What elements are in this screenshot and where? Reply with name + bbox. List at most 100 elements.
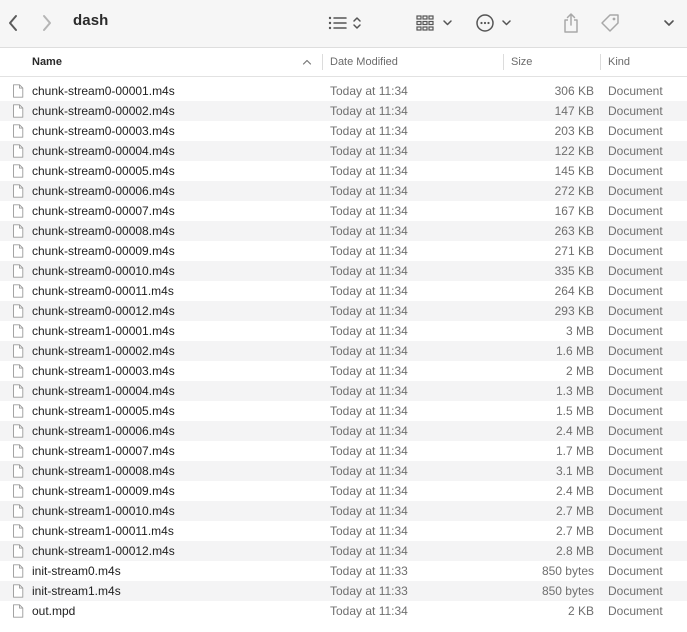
file-kind: Document [608, 264, 663, 278]
table-row[interactable]: chunk-stream0-00006.m4s Today at 11:34 272… [0, 181, 687, 201]
column-header-kind[interactable]: Kind [608, 48, 630, 76]
table-row[interactable]: chunk-stream1-00007.m4s Today at 11:34 1.7… [0, 441, 687, 461]
toolbar: dash [0, 0, 687, 48]
file-name: chunk-stream0-00011.m4s [32, 284, 174, 298]
file-date-modified: Today at 11:34 [330, 344, 408, 358]
file-name: chunk-stream0-00008.m4s [32, 224, 175, 238]
file-kind: Document [608, 424, 663, 438]
file-date-modified: Today at 11:34 [330, 524, 408, 538]
table-row[interactable]: chunk-stream1-00009.m4s Today at 11:34 2.4… [0, 481, 687, 501]
list-view-button[interactable] [326, 0, 366, 46]
table-row[interactable]: chunk-stream0-00001.m4s Today at 11:34 306… [0, 81, 687, 101]
file-date-modified: Today at 11:34 [330, 124, 408, 138]
table-row[interactable]: chunk-stream0-00009.m4s Today at 11:34 271… [0, 241, 687, 261]
file-name: chunk-stream1-00002.m4s [32, 344, 175, 358]
file-date-modified: Today at 11:34 [330, 204, 408, 218]
file-name: chunk-stream0-00001.m4s [32, 84, 175, 98]
table-row[interactable]: chunk-stream0-00005.m4s Today at 11:34 145… [0, 161, 687, 181]
table-row[interactable]: out.mpd Today at 11:34 2 KB Document [0, 601, 687, 621]
file-kind: Document [608, 504, 663, 518]
table-row[interactable]: chunk-stream1-00001.m4s Today at 11:34 3 M… [0, 321, 687, 341]
file-date-modified: Today at 11:34 [330, 184, 408, 198]
file-name: chunk-stream0-00002.m4s [32, 104, 175, 118]
document-icon [12, 604, 24, 624]
file-name: chunk-stream0-00009.m4s [32, 244, 175, 258]
file-kind: Document [608, 84, 663, 98]
column-divider[interactable] [503, 54, 504, 70]
file-size: 264 KB [554, 284, 594, 298]
file-date-modified: Today at 11:34 [330, 84, 408, 98]
file-date-modified: Today at 11:34 [330, 224, 408, 238]
chevron-down-icon [664, 20, 674, 26]
file-size: 1.3 MB [555, 384, 594, 398]
file-size: 147 KB [554, 104, 594, 118]
chevron-right-icon [43, 15, 51, 31]
back-button[interactable] [2, 0, 24, 46]
share-button[interactable] [560, 0, 582, 46]
tag-button[interactable] [597, 0, 623, 46]
file-size: 167 KB [554, 204, 594, 218]
table-row[interactable]: chunk-stream1-00005.m4s Today at 11:34 1.5… [0, 401, 687, 421]
toolbar-overflow-button[interactable] [660, 0, 678, 46]
column-header-size[interactable]: Size [511, 48, 532, 76]
file-date-modified: Today at 11:33 [330, 584, 408, 598]
table-row[interactable]: chunk-stream1-00006.m4s Today at 11:34 2.4… [0, 421, 687, 441]
file-kind: Document [608, 204, 663, 218]
table-row[interactable]: init-stream0.m4s Today at 11:33 850 bytes D… [0, 561, 687, 581]
table-row[interactable]: chunk-stream0-00012.m4s Today at 11:34 293… [0, 301, 687, 321]
table-row[interactable]: init-stream1.m4s Today at 11:33 850 bytes D… [0, 581, 687, 601]
sort-ascending-icon[interactable] [302, 48, 312, 76]
file-size: 2.7 MB [555, 504, 594, 518]
column-header-date-modified[interactable]: Date Modified [330, 48, 398, 76]
file-size: 1.5 MB [555, 404, 594, 418]
table-row[interactable]: chunk-stream1-00010.m4s Today at 11:34 2.7… [0, 501, 687, 521]
file-size: 271 KB [554, 244, 594, 258]
forward-button[interactable] [36, 0, 58, 46]
file-date-modified: Today at 11:34 [330, 404, 408, 418]
file-name: chunk-stream0-00006.m4s [32, 184, 175, 198]
table-row[interactable]: chunk-stream0-00003.m4s Today at 11:34 203… [0, 121, 687, 141]
table-row[interactable]: chunk-stream0-00002.m4s Today at 11:34 147… [0, 101, 687, 121]
table-row[interactable]: chunk-stream0-00011.m4s Today at 11:34 264… [0, 281, 687, 301]
file-name: init-stream1.m4s [32, 584, 121, 598]
table-row[interactable]: chunk-stream1-00003.m4s Today at 11:34 2 M… [0, 361, 687, 381]
file-kind: Document [608, 224, 663, 238]
file-kind: Document [608, 344, 663, 358]
file-kind: Document [608, 304, 663, 318]
file-size: 272 KB [554, 184, 594, 198]
table-row[interactable]: chunk-stream0-00004.m4s Today at 11:34 122… [0, 141, 687, 161]
file-size: 145 KB [554, 164, 594, 178]
table-row[interactable]: chunk-stream1-00012.m4s Today at 11:34 2.8… [0, 541, 687, 561]
file-kind: Document [608, 144, 663, 158]
file-size: 293 KB [554, 304, 594, 318]
file-kind: Document [608, 324, 663, 338]
file-size: 335 KB [554, 264, 594, 278]
file-kind: Document [608, 104, 663, 118]
file-date-modified: Today at 11:34 [330, 164, 408, 178]
column-divider[interactable] [600, 54, 601, 70]
column-divider[interactable] [322, 54, 323, 70]
file-date-modified: Today at 11:34 [330, 424, 408, 438]
group-view-button[interactable] [415, 0, 457, 46]
column-header-name[interactable]: Name [32, 48, 62, 76]
table-row[interactable]: chunk-stream0-00007.m4s Today at 11:34 167… [0, 201, 687, 221]
table-row[interactable]: chunk-stream1-00011.m4s Today at 11:34 2.7… [0, 521, 687, 541]
file-kind: Document [608, 604, 663, 618]
file-date-modified: Today at 11:34 [330, 604, 408, 618]
ellipsis-circle-icon [476, 14, 511, 32]
grid-view-icon [416, 15, 452, 31]
table-row[interactable]: chunk-stream1-00004.m4s Today at 11:34 1.3… [0, 381, 687, 401]
table-row[interactable]: chunk-stream1-00002.m4s Today at 11:34 1.6… [0, 341, 687, 361]
file-date-modified: Today at 11:34 [330, 304, 408, 318]
file-kind: Document [608, 184, 663, 198]
file-name: chunk-stream1-00009.m4s [32, 484, 175, 498]
table-row[interactable]: chunk-stream0-00010.m4s Today at 11:34 335… [0, 261, 687, 281]
file-list: chunk-stream0-00001.m4s Today at 11:34 306… [0, 81, 687, 621]
file-size: 1.6 MB [555, 344, 594, 358]
file-name: chunk-stream1-00012.m4s [32, 544, 175, 558]
file-name: chunk-stream1-00001.m4s [32, 324, 175, 338]
table-row[interactable]: chunk-stream1-00008.m4s Today at 11:34 3.1… [0, 461, 687, 481]
action-menu-button[interactable] [474, 0, 514, 46]
table-row[interactable]: chunk-stream0-00008.m4s Today at 11:34 263… [0, 221, 687, 241]
file-kind: Document [608, 564, 663, 578]
